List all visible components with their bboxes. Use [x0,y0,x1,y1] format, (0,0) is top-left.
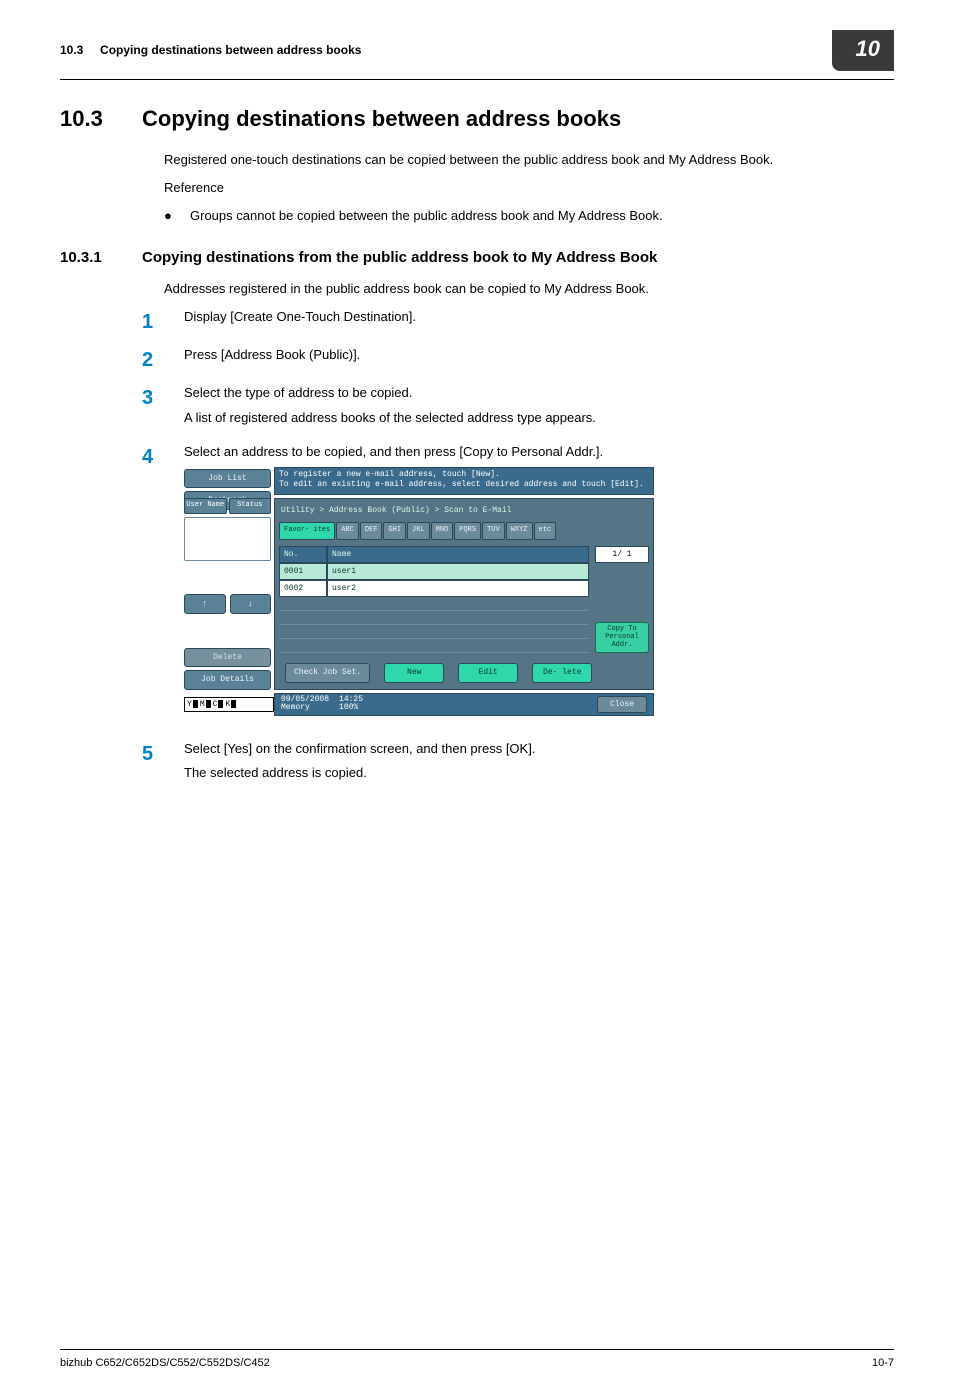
tab-mno[interactable]: MNO [431,522,454,540]
subsection-intro: Addresses registered in the public addre… [164,280,894,298]
header-section-ref: 10.3 [60,43,83,57]
cell-name: user1 [327,563,589,580]
scroll-down-button[interactable]: ↓ [230,594,272,615]
tab-pqrs[interactable]: PQRS [454,522,481,540]
panel-msg-line2: To edit an existing e-mail address, sele… [279,480,649,490]
job-list-area [184,517,271,561]
toner-y: Y [187,699,192,710]
device-screenshot: Job List Bookmark To register a new e-ma… [184,467,654,716]
step-number: 1 [142,308,184,336]
address-list-table: No. Name 0001 user1 0002 user2 [279,546,589,654]
job-list-button[interactable]: Job List [184,469,271,488]
section-title: Copying destinations between address boo… [142,104,621,135]
job-details-button[interactable]: Job Details [184,670,271,689]
panel-message: To register a new e-mail address, touch … [274,467,654,495]
header-running-title: Copying destinations between address boo… [100,43,361,57]
footer-page: 10-7 [872,1356,894,1371]
table-row[interactable]: 0001 user1 [279,563,589,580]
tab-abc[interactable]: ABC [336,522,359,540]
toner-supply-bar: Y M C K [184,697,274,712]
table-empty-row [279,611,589,625]
close-button[interactable]: Close [597,696,647,713]
step-number: 5 [142,740,184,788]
chapter-badge: 10 [832,30,894,71]
tab-jkl[interactable]: JKL [407,522,430,540]
tab-tuv[interactable]: TUV [482,522,505,540]
bullet-text: Groups cannot be copied between the publ… [190,207,663,225]
step-text: Select the type of address to be copied. [184,384,894,402]
subsection-title: Copying destinations from the public add… [142,247,657,268]
running-header: 10.3 Copying destinations between addres… [60,42,361,59]
tab-etc[interactable]: etc [534,522,557,540]
status-tab[interactable]: Status [229,498,272,514]
delete-entry-button[interactable]: De- lete [532,663,592,682]
cell-no: 0001 [279,563,327,580]
section-intro: Registered one-touch destinations can be… [164,151,894,169]
tab-favorites[interactable]: Favor- ites [279,522,335,540]
header-rule [60,79,894,80]
step-text: Select an address to be copied, and then… [184,443,894,461]
table-empty-row [279,639,589,653]
table-row[interactable]: 0002 user2 [279,580,589,597]
footer-model: bizhub C652/C652DS/C552/C552DS/C452 [60,1356,270,1371]
tab-wxyz[interactable]: WXYZ [506,522,533,540]
col-name: Name [327,546,589,563]
toner-m: M [200,699,205,710]
table-empty-row [279,597,589,611]
bullet-icon: ● [164,207,190,225]
scroll-up-button[interactable]: ↑ [184,594,226,615]
page-indicator: 1/ 1 [595,546,649,563]
step-text: Press [Address Book (Public)]. [184,346,894,364]
col-no: No. [279,546,327,563]
step-text: Select [Yes] on the confirmation screen,… [184,740,894,758]
breadcrumb: Utility > Address Book (Public) > Scan t… [281,505,649,516]
username-tab[interactable]: User Name [184,498,227,514]
section-number: 10.3 [60,104,142,135]
footer-memory: 100% [339,704,363,713]
step-number: 3 [142,384,184,432]
subsection-number: 10.3.1 [60,247,142,268]
step-subtext: The selected address is copied. [184,764,894,782]
cell-name: user2 [327,580,589,597]
cell-no: 0002 [279,580,327,597]
reference-label: Reference [164,179,894,197]
copy-to-personal-button[interactable]: Copy To Personal Addr. [595,622,649,653]
step-text: Display [Create One-Touch Destination]. [184,308,894,326]
table-empty-row [279,625,589,639]
delete-button[interactable]: Delete [184,648,271,667]
step-number: 4 [142,443,184,731]
tab-ghi[interactable]: GHI [383,522,406,540]
step-subtext: A list of registered address books of th… [184,409,894,427]
filter-tabs: Favor- ites ABC DEF GHI JKL MNO PQRS TUV… [279,522,649,540]
panel-msg-line1: To register a new e-mail address, touch … [279,470,649,480]
toner-k: K [225,699,230,710]
edit-button[interactable]: Edit [458,663,518,682]
tab-def[interactable]: DEF [360,522,383,540]
new-button[interactable]: New [384,663,444,682]
check-job-set-button[interactable]: Check Job Set. [285,663,370,682]
toner-c: C [213,699,218,710]
step-number: 2 [142,346,184,374]
footer-memory-label: Memory [281,704,329,713]
